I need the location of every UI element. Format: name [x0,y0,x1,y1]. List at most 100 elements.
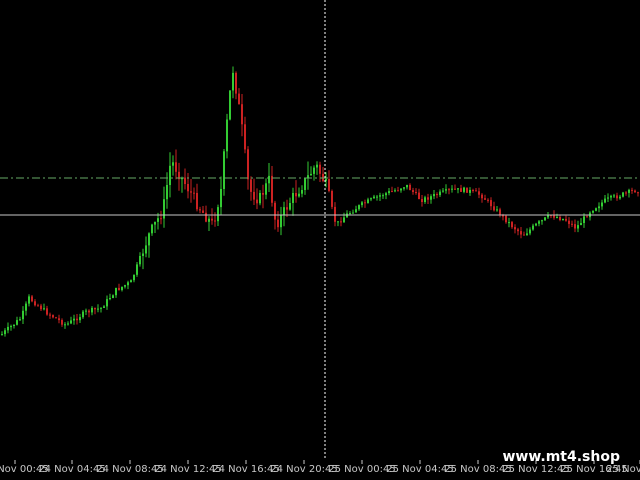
candle-body-161 [484,198,486,200]
candle-body-172 [517,229,519,232]
candle-body-18 [55,317,57,319]
candle-body-193 [580,223,582,226]
candle-body-133 [400,188,402,191]
candle-body-85 [256,199,258,204]
candle-body-121 [364,202,366,204]
candle-body-86 [259,193,261,204]
candle-body-150 [451,188,453,190]
candle-body-13 [40,305,42,310]
candle-body-83 [250,179,252,192]
candle-body-105 [316,164,318,168]
candle-body-51 [154,221,156,225]
candle-body-67 [202,210,204,213]
candle-body-106 [319,164,321,174]
candle-body-169 [508,222,510,224]
candle-body-204 [613,195,615,197]
candle-body-90 [271,175,273,203]
candle-body-189 [568,220,570,224]
candle-body-178 [535,223,537,226]
watermark-text: www.mt4.shop [502,449,620,465]
candle-body-168 [505,215,507,223]
candle-body-21 [64,324,66,326]
candle-body-36 [109,298,111,300]
candle-body-212 [637,192,639,194]
candle-body-159 [478,191,480,195]
candle-body-96 [289,203,291,210]
candle-body-107 [322,173,324,181]
candle-body-30 [91,307,93,313]
candle-body-104 [313,167,315,174]
candle-body-70 [211,218,213,221]
candle-body-1 [4,330,6,335]
candle-body-101 [304,178,306,190]
candle-body-77 [232,72,234,91]
candle-body-33 [100,307,102,309]
candle-body-160 [481,194,483,199]
candle-body-210 [631,189,633,191]
candle-body-44 [133,274,135,281]
candle-body-176 [529,229,531,234]
candle-body-128 [385,193,387,196]
candle-body-31 [94,307,96,310]
candle-body-73 [220,189,222,208]
candle-body-49 [148,233,150,246]
candle-body-15 [46,308,48,315]
candle-body-78 [235,72,237,94]
candle-body-87 [262,193,264,195]
candle-body-11 [34,301,36,306]
candle-body-29 [88,310,90,313]
candles-group [1,66,639,337]
candle-body-75 [226,119,228,152]
candle-body-62 [187,184,189,192]
candle-body-195 [586,216,588,218]
candle-body-12 [37,305,39,307]
candle-body-203 [610,195,612,198]
candle-body-202 [607,197,609,199]
candle-body-68 [205,212,207,222]
candle-body-155 [466,187,468,193]
candle-body-207 [622,192,624,197]
candle-body-170 [511,222,513,228]
candle-body-148 [445,189,447,191]
candle-body-185 [556,217,558,218]
candle-body-113 [340,221,342,223]
candle-body-123 [370,198,372,200]
candle-body-7 [22,310,24,320]
candle-body-50 [151,224,153,234]
candle-body-127 [382,195,384,197]
candle-body-58 [175,162,177,172]
candle-body-145 [436,194,438,196]
candle-body-16 [49,314,51,316]
candle-body-177 [532,225,534,230]
candle-body-72 [217,207,219,222]
candle-body-130 [391,191,393,193]
candle-body-122 [367,199,369,204]
candle-body-82 [247,149,249,180]
candle-body-162 [487,199,489,201]
candle-body-135 [406,184,408,188]
candle-body-192 [577,225,579,229]
candle-body-0 [1,334,3,336]
candle-body-64 [193,192,195,194]
candle-body-57 [172,162,174,166]
candle-body-129 [388,191,390,194]
candle-body-40 [121,286,123,291]
candle-body-53 [160,218,162,220]
candle-body-28 [85,310,87,312]
candle-body-63 [190,191,192,193]
candle-body-27 [82,311,84,318]
candle-body-179 [538,221,540,224]
candle-body-52 [157,218,159,222]
candle-body-55 [166,185,168,200]
candle-body-163 [490,200,492,207]
candle-body-116 [349,213,351,214]
candle-body-154 [463,187,465,192]
candle-body-97 [292,193,294,203]
candle-body-141 [424,197,426,202]
candle-body-194 [583,216,585,223]
candle-body-32 [97,308,99,310]
candle-body-39 [118,287,120,290]
price-chart[interactable]: 24 Nov 00:4524 Nov 04:4524 Nov 08:4524 N… [0,0,640,480]
candle-body-9 [28,296,30,304]
candle-body-17 [52,315,54,318]
